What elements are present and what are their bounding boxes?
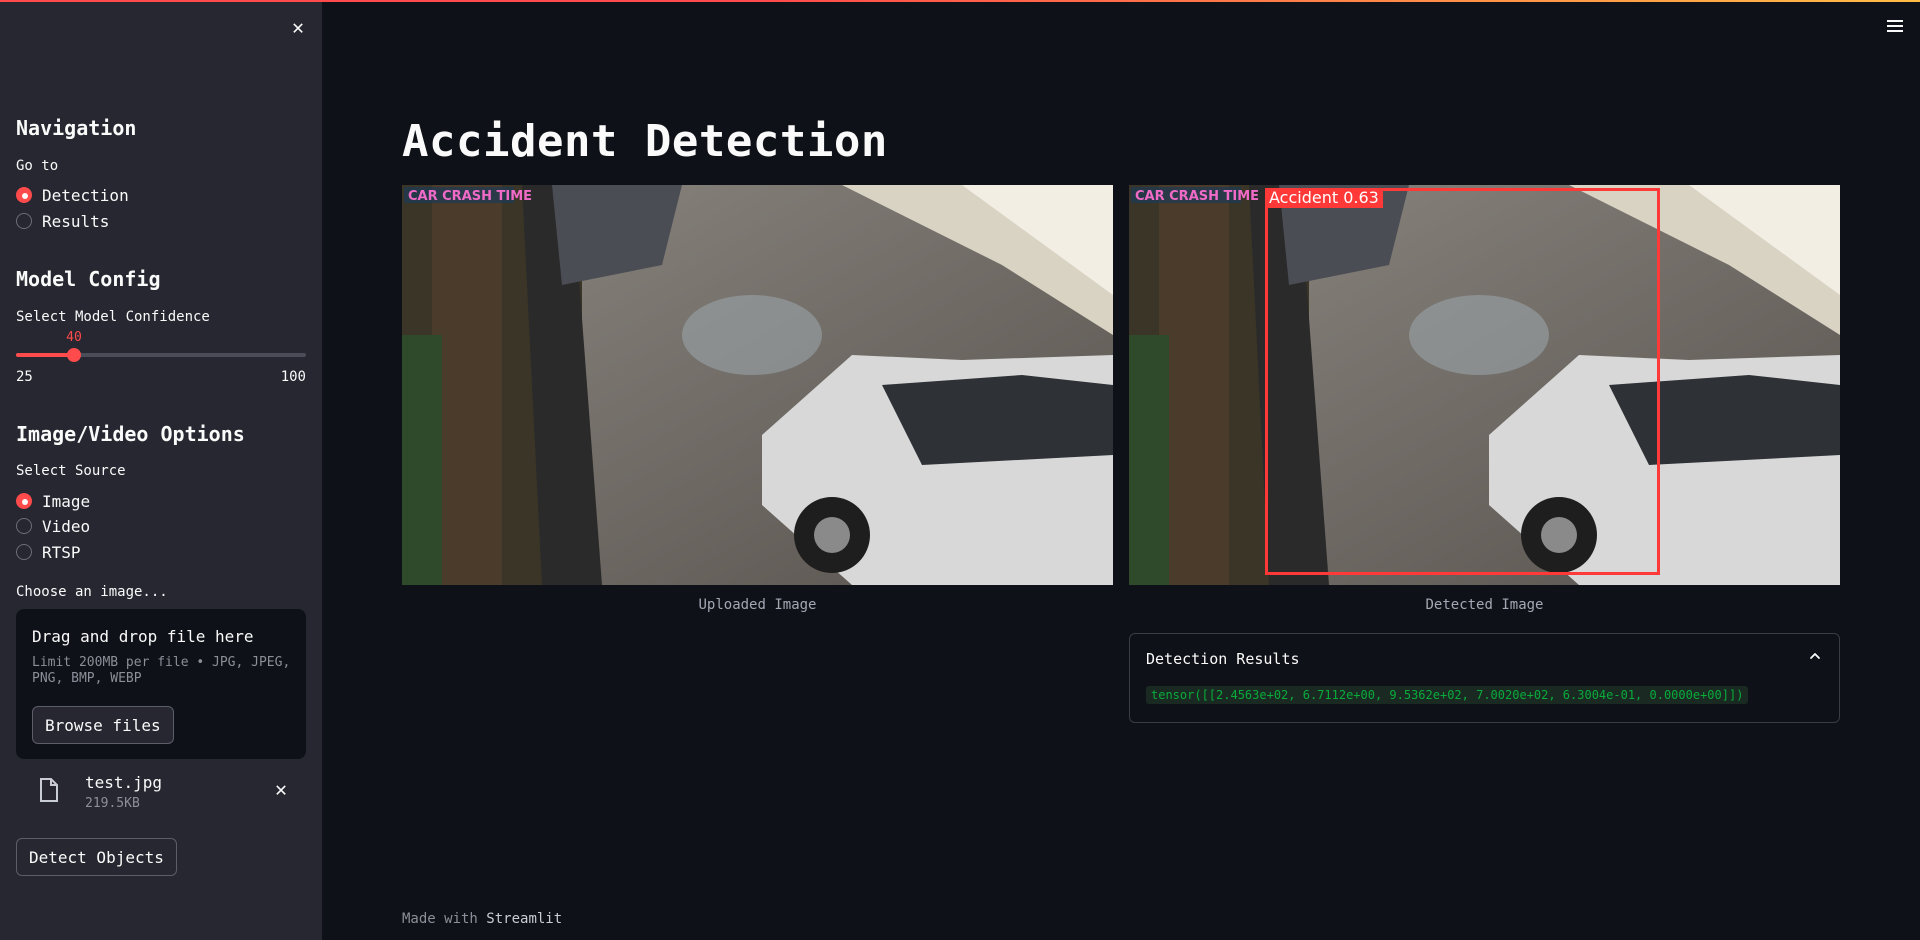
crash-scene-image: CAR CRASH TIME: [402, 185, 1113, 585]
radio-video[interactable]: Video: [16, 515, 90, 537]
source-label: Select Source: [16, 463, 126, 479]
page-title: Accident Detection: [402, 116, 888, 167]
file-dropzone[interactable]: Drag and drop file here Limit 200MB per …: [16, 609, 306, 759]
radio-unchecked-icon: [16, 544, 32, 560]
slider-thumb[interactable]: [67, 348, 81, 362]
model-config-heading: Model Config: [16, 267, 161, 291]
detection-label: Accident 0.63: [1265, 188, 1383, 208]
main-menu-icon[interactable]: [1884, 14, 1908, 38]
radio-label: RTSP: [42, 542, 81, 562]
streamlit-link[interactable]: Streamlit: [486, 911, 562, 927]
browse-files-button[interactable]: Browse files: [32, 706, 174, 744]
chevron-up-icon[interactable]: [1807, 648, 1823, 664]
watermark: CAR CRASH TIME: [404, 187, 532, 204]
detection-results-expander[interactable]: Detection Results tensor([[2.4563e+02, 6…: [1129, 633, 1840, 723]
svg-text:CAR CRASH TIME: CAR CRASH TIME: [1135, 189, 1259, 204]
file-icon: [40, 778, 58, 802]
confidence-label: Select Model Confidence: [16, 309, 210, 325]
radio-label: Results: [42, 211, 110, 231]
confidence-slider[interactable]: [16, 348, 306, 362]
radio-checked-icon: [16, 187, 32, 203]
radio-results[interactable]: Results: [16, 210, 109, 232]
radio-image[interactable]: Image: [16, 490, 90, 512]
slider-max: 100: [280, 369, 306, 385]
radio-unchecked-icon: [16, 213, 32, 229]
file-name: test.jpg: [85, 773, 163, 792]
expander-title: Detection Results: [1146, 650, 1300, 668]
radio-detection[interactable]: Detection: [16, 184, 129, 206]
watermark: CAR CRASH TIME: [1131, 187, 1259, 204]
close-sidebar-icon[interactable]: ✕: [287, 16, 309, 38]
top-decoration-bar: [0, 0, 1920, 2]
dropzone-limit: Limit 200MB per file • JPG, JPEG, PNG, B…: [32, 655, 291, 686]
slider-value: 40: [66, 330, 82, 345]
radio-label: Image: [42, 491, 91, 511]
tensor-output: tensor([[2.4563e+02, 6.7112e+00, 9.5362e…: [1146, 686, 1749, 704]
radio-label: Detection: [42, 185, 129, 205]
uploaded-file: test.jpg 219.5KB ✕: [16, 770, 306, 816]
navigation-heading: Navigation: [16, 116, 137, 140]
slider-fill: [16, 353, 74, 357]
footer-prefix: Made with: [402, 911, 478, 927]
uploaded-image: CAR CRASH TIME: [402, 185, 1113, 585]
goto-label: Go to: [16, 158, 59, 174]
detect-objects-button[interactable]: Detect Objects: [16, 838, 177, 876]
uploaded-caption: Uploaded Image: [698, 597, 817, 613]
radio-label: Video: [42, 516, 91, 536]
dropzone-title: Drag and drop file here: [32, 627, 254, 646]
sidebar: ✕ Navigation Go to Detection Results Mod…: [0, 0, 322, 940]
slider-min: 25: [16, 369, 33, 385]
radio-unchecked-icon: [16, 518, 32, 534]
source-heading: Image/Video Options: [16, 422, 245, 446]
remove-file-icon[interactable]: ✕: [270, 778, 292, 800]
svg-text:CAR CRASH TIME: CAR CRASH TIME: [408, 189, 532, 204]
radio-rtsp[interactable]: RTSP: [16, 541, 81, 563]
detected-caption: Detected Image: [1425, 597, 1544, 613]
footer: Made with Streamlit: [402, 911, 562, 927]
uploader-label: Choose an image...: [16, 584, 168, 600]
detected-image: CAR CRASH TIME Accident 0.63: [1129, 185, 1840, 585]
detection-bounding-box: Accident 0.63: [1265, 188, 1660, 575]
radio-checked-icon: [16, 493, 32, 509]
file-size: 219.5KB: [85, 796, 140, 811]
